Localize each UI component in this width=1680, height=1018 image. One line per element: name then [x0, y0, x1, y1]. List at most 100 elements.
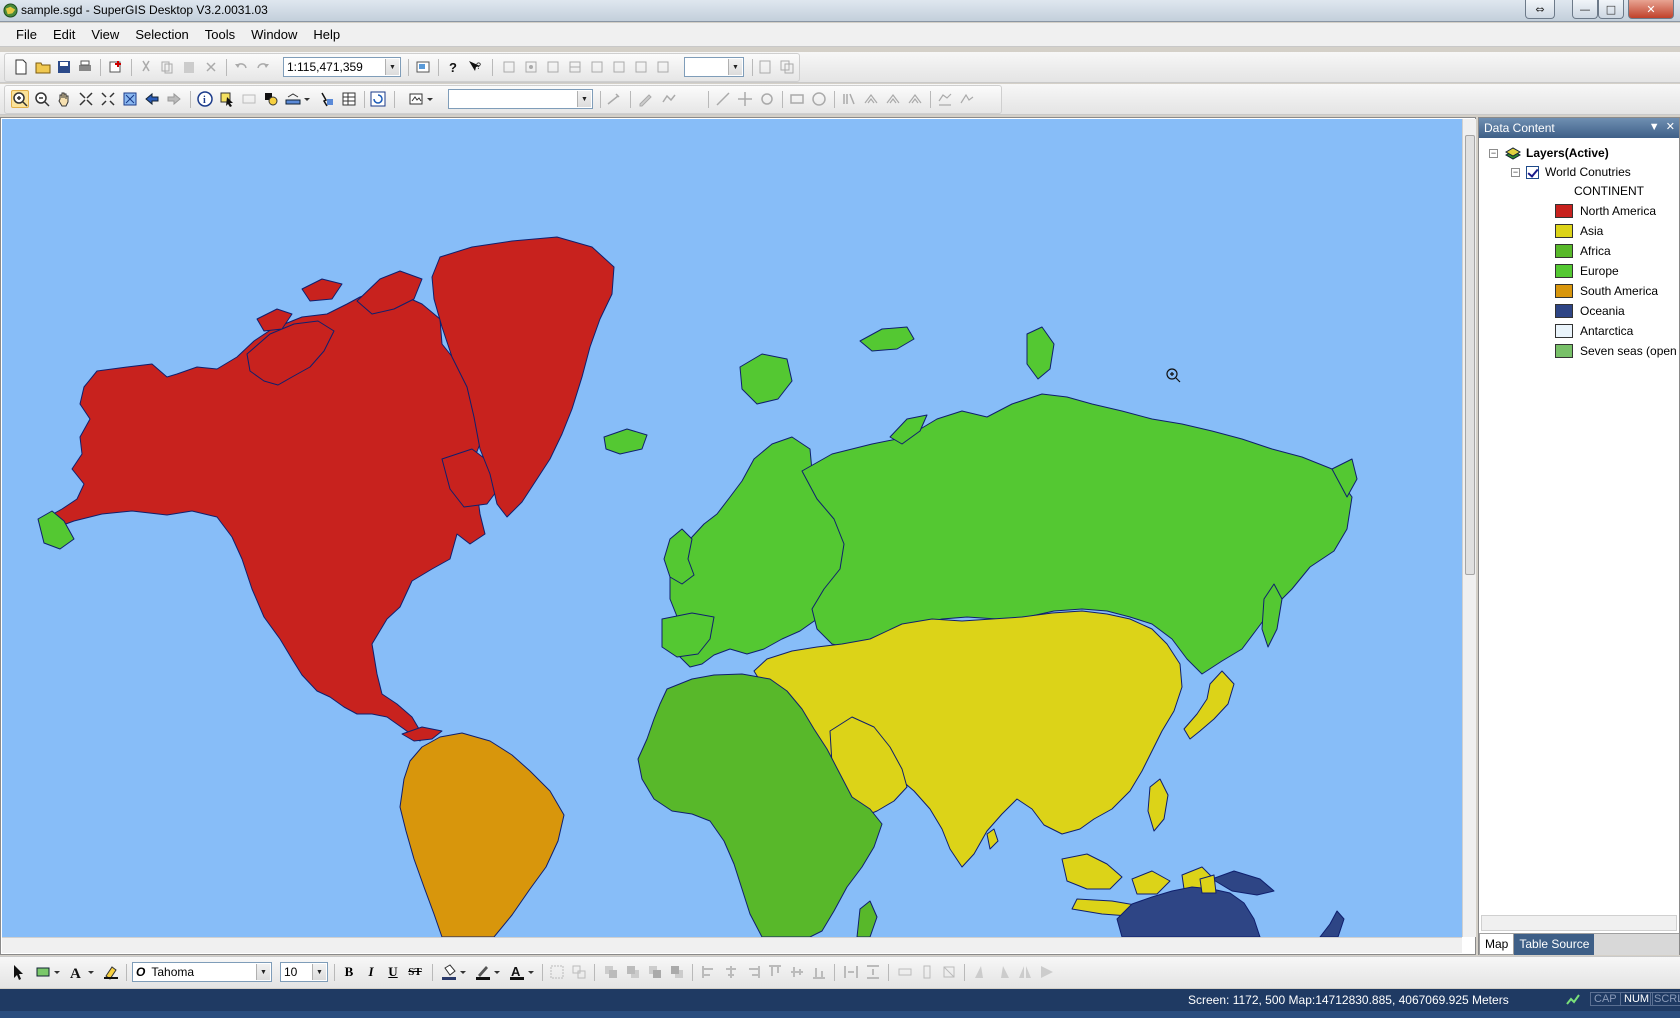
find-icon[interactable]: [262, 90, 280, 108]
font-name-select[interactable]: O Tahoma ▼: [132, 962, 272, 982]
layout-tool-2-icon[interactable]: [522, 58, 540, 76]
flip-horizontal-icon[interactable]: [1016, 963, 1034, 981]
menu-window[interactable]: Window: [243, 24, 305, 45]
map-horizontal-scrollbar[interactable]: [2, 937, 1462, 953]
data-content-horizontal-scrollbar[interactable]: [1481, 915, 1677, 931]
georef-tool-3-icon[interactable]: [884, 90, 902, 108]
map-canvas[interactable]: [2, 119, 1462, 937]
pan-hand-icon[interactable]: [55, 90, 73, 108]
legend-item[interactable]: Antarctica: [1555, 322, 1633, 340]
legend-swatch[interactable]: [1555, 224, 1573, 238]
menu-view[interactable]: View: [83, 24, 127, 45]
send-backward-icon[interactable]: [668, 963, 686, 981]
legend-swatch[interactable]: [1555, 304, 1573, 318]
underline-button[interactable]: U: [384, 963, 402, 981]
font-color-icon[interactable]: A: [508, 963, 526, 981]
strikethrough-button[interactable]: ST: [406, 963, 424, 981]
menu-edit[interactable]: Edit: [45, 24, 83, 45]
new-zealand-shape[interactable]: [1319, 910, 1345, 937]
georef-tool-1-icon[interactable]: [840, 90, 858, 108]
legend-item[interactable]: Asia: [1555, 222, 1603, 240]
align-center-icon[interactable]: [722, 963, 740, 981]
legend-swatch[interactable]: [1555, 324, 1573, 338]
copy-icon[interactable]: [158, 58, 176, 76]
highlight-tool-icon[interactable]: [102, 963, 120, 981]
send-to-back-icon[interactable]: [624, 963, 642, 981]
circle-tool-icon[interactable]: [810, 90, 828, 108]
reshape-icon[interactable]: [660, 90, 678, 108]
align-top-icon[interactable]: [766, 963, 784, 981]
paste-icon[interactable]: [180, 58, 198, 76]
topology-tool-2-icon[interactable]: [958, 90, 976, 108]
menu-file[interactable]: File: [8, 24, 45, 45]
select-by-graphic-icon[interactable]: [240, 90, 258, 108]
distribute-vertical-icon[interactable]: [864, 963, 882, 981]
legend-item[interactable]: Europe: [1555, 262, 1619, 280]
south-america-shape[interactable]: [399, 732, 565, 937]
tab-table-source[interactable]: Table Source: [1514, 934, 1595, 955]
legend-item[interactable]: Seven seas (open ocean): [1555, 342, 1679, 360]
refresh-icon[interactable]: [369, 90, 387, 108]
target-layer-select[interactable]: ▼: [448, 89, 593, 109]
legend-item[interactable]: North America: [1555, 202, 1656, 220]
maximize-button[interactable]: □: [1598, 0, 1624, 19]
zoom-out-icon[interactable]: [33, 90, 51, 108]
bring-to-front-icon[interactable]: [602, 963, 620, 981]
georef-tool-4-icon[interactable]: [906, 90, 924, 108]
georef-tool-2-icon[interactable]: [862, 90, 880, 108]
edit-vertices-icon[interactable]: [636, 90, 654, 108]
line-tool-icon[interactable]: [714, 90, 732, 108]
japan-shape[interactable]: [1183, 670, 1235, 740]
delete-icon[interactable]: [202, 58, 220, 76]
forward-arrow-icon[interactable]: [165, 90, 183, 108]
philippines-shape[interactable]: [1147, 778, 1169, 832]
open-folder-icon[interactable]: [34, 58, 52, 76]
measure-icon[interactable]: [284, 90, 302, 108]
bold-button[interactable]: B: [340, 963, 358, 981]
fill-color-dropdown-icon[interactable]: [458, 963, 468, 981]
same-width-icon[interactable]: [896, 963, 914, 981]
layout-view-icon[interactable]: [414, 58, 432, 76]
measure-dropdown-icon[interactable]: [302, 90, 312, 108]
rotate-left-icon[interactable]: [972, 963, 990, 981]
same-height-icon[interactable]: [918, 963, 936, 981]
ungroup-icon[interactable]: [570, 963, 588, 981]
group-icon[interactable]: [548, 963, 566, 981]
add-data-icon[interactable]: [107, 58, 125, 76]
snapping-icon[interactable]: [758, 90, 776, 108]
map-vertical-scrollbar[interactable]: [1462, 119, 1476, 937]
legend-item[interactable]: Oceania: [1555, 302, 1625, 320]
iceland-shape[interactable]: [603, 428, 648, 455]
layout-tool-7-icon[interactable]: [632, 58, 650, 76]
undo-icon[interactable]: [232, 58, 250, 76]
legend-swatch[interactable]: [1555, 284, 1573, 298]
crosshair-icon[interactable]: [736, 90, 754, 108]
fixed-zoom-in-icon[interactable]: [77, 90, 95, 108]
sketch-tool-icon[interactable]: [605, 90, 623, 108]
select-elements-icon[interactable]: [10, 963, 28, 981]
line-color-icon[interactable]: [474, 963, 492, 981]
font-size-select[interactable]: 10 ▼: [280, 962, 328, 982]
sri-lanka-shape[interactable]: [986, 828, 999, 850]
layout-tool-1-icon[interactable]: [500, 58, 518, 76]
distribute-horizontal-icon[interactable]: [842, 963, 860, 981]
menu-tools[interactable]: Tools: [197, 24, 243, 45]
zoom-in-icon[interactable]: [11, 90, 29, 108]
save-icon[interactable]: [55, 58, 73, 76]
menu-selection[interactable]: Selection: [127, 24, 196, 45]
topology-tool-1-icon[interactable]: [936, 90, 954, 108]
page-setup-icon[interactable]: [756, 58, 774, 76]
page-copy-icon[interactable]: [778, 58, 796, 76]
editor-menu-icon[interactable]: [407, 90, 425, 108]
close-button[interactable]: ✕: [1628, 0, 1674, 19]
flip-vertical-icon[interactable]: [1038, 963, 1056, 981]
layout-zoom-select[interactable]: ▼: [684, 57, 744, 77]
text-tool-icon[interactable]: A: [68, 963, 86, 981]
rectangle-dropdown-icon[interactable]: [52, 963, 62, 981]
attribute-table-icon[interactable]: [340, 90, 358, 108]
hyperlink-icon[interactable]: [318, 90, 336, 108]
print-icon[interactable]: [76, 58, 94, 76]
rotate-right-icon[interactable]: [994, 963, 1012, 981]
same-size-icon[interactable]: [940, 963, 958, 981]
layout-tool-6-icon[interactable]: [610, 58, 628, 76]
